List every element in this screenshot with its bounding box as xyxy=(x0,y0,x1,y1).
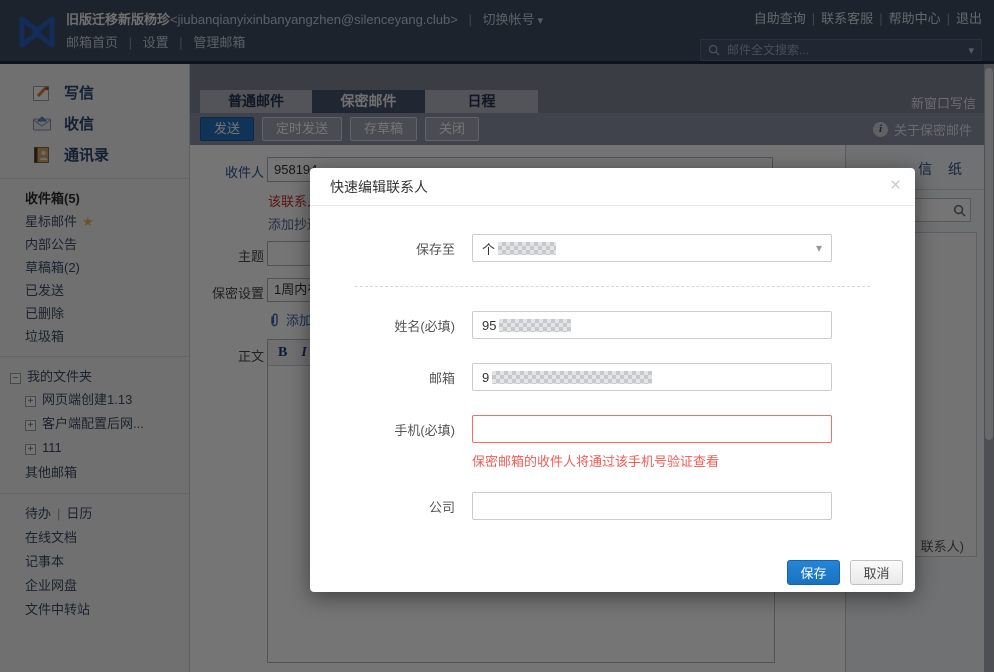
email-input[interactable]: 9 xyxy=(472,363,832,391)
phone-input[interactable] xyxy=(472,415,832,443)
company-input[interactable] xyxy=(472,492,832,520)
company-label: 公司 xyxy=(428,499,455,515)
censored-text xyxy=(498,241,557,255)
dialog-header: 快速编辑联系人 × xyxy=(310,168,915,206)
quick-edit-contact-dialog: 快速编辑联系人 × 保存至 个 ▾ 姓名(必填) 95 邮箱 9 手机(必填) … xyxy=(310,168,915,592)
dialog-title: 快速编辑联系人 xyxy=(330,179,428,195)
webmail-app: 旧版迁移新版杨珍<jiubanqianyixinbanyangzhen@sile… xyxy=(0,0,994,672)
save-to-label: 保存至 xyxy=(415,241,455,257)
name-label: 姓名(必填) xyxy=(394,318,455,334)
email-label: 邮箱 xyxy=(428,370,455,386)
censored-text xyxy=(492,370,653,384)
close-icon[interactable]: × xyxy=(890,168,901,204)
phone-hint-text: 保密邮箱的收件人将通过该手机号验证查看 xyxy=(472,454,720,469)
save-to-select[interactable]: 个 ▾ xyxy=(472,234,832,262)
save-button[interactable]: 保存 xyxy=(787,560,840,585)
censored-text xyxy=(499,318,572,332)
phone-label: 手机(必填) xyxy=(394,422,455,438)
dashed-divider xyxy=(355,286,870,287)
dialog-body: 保存至 个 ▾ 姓名(必填) 95 邮箱 9 手机(必填) 保密邮箱的收件人将通… xyxy=(310,206,915,592)
caret-down-icon: ▾ xyxy=(815,241,822,255)
name-input[interactable]: 95 xyxy=(472,311,832,339)
dialog-footer: 保存 取消 xyxy=(310,560,915,592)
cancel-button[interactable]: 取消 xyxy=(850,560,903,585)
